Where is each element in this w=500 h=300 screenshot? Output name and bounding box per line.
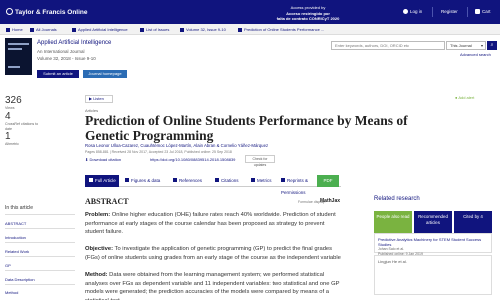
chevron-right-icon bbox=[140, 27, 144, 32]
breadcrumb-current: Prediction of Online Students Performanc… bbox=[238, 27, 324, 32]
divider bbox=[5, 256, 75, 257]
toc-item-related-work[interactable]: Related Work bbox=[5, 249, 29, 254]
altmetric-label[interactable]: Altmetric bbox=[5, 142, 19, 147]
toc-item-introduction[interactable]: Introduction bbox=[5, 235, 26, 240]
site-logo[interactable]: Taylor & Francis Online bbox=[6, 8, 87, 16]
cart-link[interactable]: Cart bbox=[475, 9, 491, 14]
citations-icon bbox=[215, 178, 219, 182]
chevron-right-icon bbox=[238, 27, 242, 32]
search-scope-select[interactable]: This Journal ▾ bbox=[446, 41, 486, 50]
bar-chart-icon bbox=[251, 178, 255, 182]
abstract-problem: Problem: Online higher education (OHE) f… bbox=[85, 212, 336, 236]
access-info: Access provided by Acceso restringido po… bbox=[268, 5, 348, 22]
journal-homepage-button[interactable]: Journal homepage bbox=[83, 70, 127, 78]
print-icon bbox=[281, 178, 285, 182]
chevron-down-icon: ▾ bbox=[480, 43, 483, 48]
breadcrumb-all-journals[interactable]: All Journals bbox=[30, 27, 57, 32]
search-icon: ⌕ bbox=[490, 42, 494, 48]
journal-subtitle: An International Journal bbox=[37, 49, 85, 54]
breadcrumb-journal[interactable]: Applied Artificial Intelligence bbox=[72, 27, 128, 32]
journal-volume[interactable]: Volume 32, 2018 - Issue 9-10 bbox=[37, 56, 96, 61]
toc-item-abstract[interactable]: ABSTRACT bbox=[5, 221, 26, 226]
related-article-authors: Lingjun He et al. bbox=[378, 259, 407, 264]
toc-item-method[interactable]: Method bbox=[5, 290, 18, 295]
search-button[interactable]: ⌕ bbox=[487, 41, 497, 50]
tab-references[interactable]: References bbox=[169, 175, 209, 187]
register-link[interactable]: Register bbox=[441, 9, 458, 14]
home-icon bbox=[6, 27, 10, 32]
abstract-method: Method: Data were obtained from the lear… bbox=[85, 272, 340, 300]
add-alert-button[interactable]: ● Add alert bbox=[455, 95, 474, 100]
user-icon bbox=[403, 9, 408, 14]
chevron-right-icon bbox=[72, 27, 76, 32]
divider bbox=[5, 242, 75, 243]
tab-cited-by[interactable]: Cited by 4 bbox=[454, 211, 492, 233]
crossref-label[interactable]: CrossRef citations to date bbox=[5, 122, 39, 131]
related-article-card[interactable]: Lingjun He et al. bbox=[374, 255, 492, 295]
search-input[interactable]: Enter keywords, authors, DOI, ORCID etc bbox=[331, 41, 445, 50]
tab-citations[interactable]: Citations bbox=[211, 175, 245, 187]
related-article-title[interactable]: Predictive Analytics Machinery for STEM … bbox=[378, 237, 488, 247]
breadcrumb: Home All Journals Applied Artificial Int… bbox=[0, 24, 500, 35]
related-research-heading: Related research bbox=[374, 196, 420, 202]
divider bbox=[432, 7, 433, 17]
toc-item-gp[interactable]: GP bbox=[5, 263, 11, 268]
tab-people-also-read[interactable]: People also read bbox=[374, 211, 412, 233]
journal-cover[interactable] bbox=[5, 38, 32, 75]
listen-button[interactable]: ▶ Listen bbox=[85, 95, 113, 103]
tab-recommended-articles[interactable]: Recommended articles bbox=[414, 211, 452, 233]
globe-icon bbox=[6, 8, 13, 15]
cart-icon bbox=[475, 9, 480, 14]
abstract-objective: Objective: To investigate the applicatio… bbox=[85, 246, 341, 261]
article-tabs: Full Article Figures & data References C… bbox=[85, 175, 341, 195]
crossref-count: 4 bbox=[5, 111, 11, 122]
tab-metrics[interactable]: Metrics bbox=[247, 175, 275, 187]
advanced-search-link[interactable]: Advanced search bbox=[460, 52, 491, 57]
altmetric-count: 1 bbox=[5, 131, 11, 142]
top-bar: Taylor & Francis Online Access provided … bbox=[0, 0, 500, 24]
breadcrumb-home[interactable]: Home bbox=[6, 27, 23, 32]
article-authors[interactable]: Rosa Leonor Ulloa-Cazarez, Cuauhtémoc Ló… bbox=[85, 143, 268, 148]
login-link[interactable]: Log in bbox=[403, 9, 422, 14]
views-count: 326 bbox=[5, 95, 22, 106]
divider bbox=[467, 7, 468, 17]
tab-figures[interactable]: Figures & data bbox=[121, 175, 167, 187]
abstract-heading: ABSTRACT bbox=[85, 197, 129, 206]
toc-heading: In this article bbox=[5, 205, 34, 211]
article-title: Prediction of Online Students Performanc… bbox=[85, 113, 408, 143]
access-line-3: falta de contrato CONRICyT 2020 bbox=[276, 16, 340, 21]
chevron-right-icon bbox=[180, 27, 184, 32]
breadcrumb-issues[interactable]: List of Issues bbox=[140, 27, 169, 32]
submit-article-button[interactable]: Submit an article bbox=[37, 70, 79, 78]
chevron-right-icon bbox=[30, 27, 34, 32]
views-label: Views bbox=[5, 106, 15, 110]
divider bbox=[5, 214, 75, 215]
toc-item-data-description[interactable]: Data Description bbox=[5, 277, 35, 282]
breadcrumb-volume[interactable]: Volume 32, Issue 9-10 bbox=[180, 27, 226, 32]
document-icon bbox=[89, 178, 93, 182]
crossmark-badge[interactable]: Check for updates bbox=[245, 155, 275, 167]
doi-link[interactable]: https://doi.org/10.1080/08839514.2018.15… bbox=[150, 157, 235, 162]
download-citation-link[interactable]: ⬇ Download citation bbox=[85, 157, 121, 162]
journal-title[interactable]: Applied Artificial Intelligence bbox=[37, 40, 111, 46]
divider bbox=[5, 284, 75, 285]
related-article-card[interactable]: Predictive Analytics Machinery for STEM … bbox=[374, 233, 492, 256]
divider bbox=[5, 270, 75, 271]
image-icon bbox=[125, 178, 129, 182]
divider bbox=[5, 228, 75, 229]
article-dates: Pages 858-881 | Received 28 Nov 2017, Ac… bbox=[85, 150, 232, 154]
tab-pdf[interactable]: PDF bbox=[317, 175, 339, 187]
references-icon bbox=[173, 178, 177, 182]
mathjax-toggle[interactable]: MathJax bbox=[320, 198, 340, 204]
tab-full-article[interactable]: Full Article bbox=[85, 175, 119, 187]
